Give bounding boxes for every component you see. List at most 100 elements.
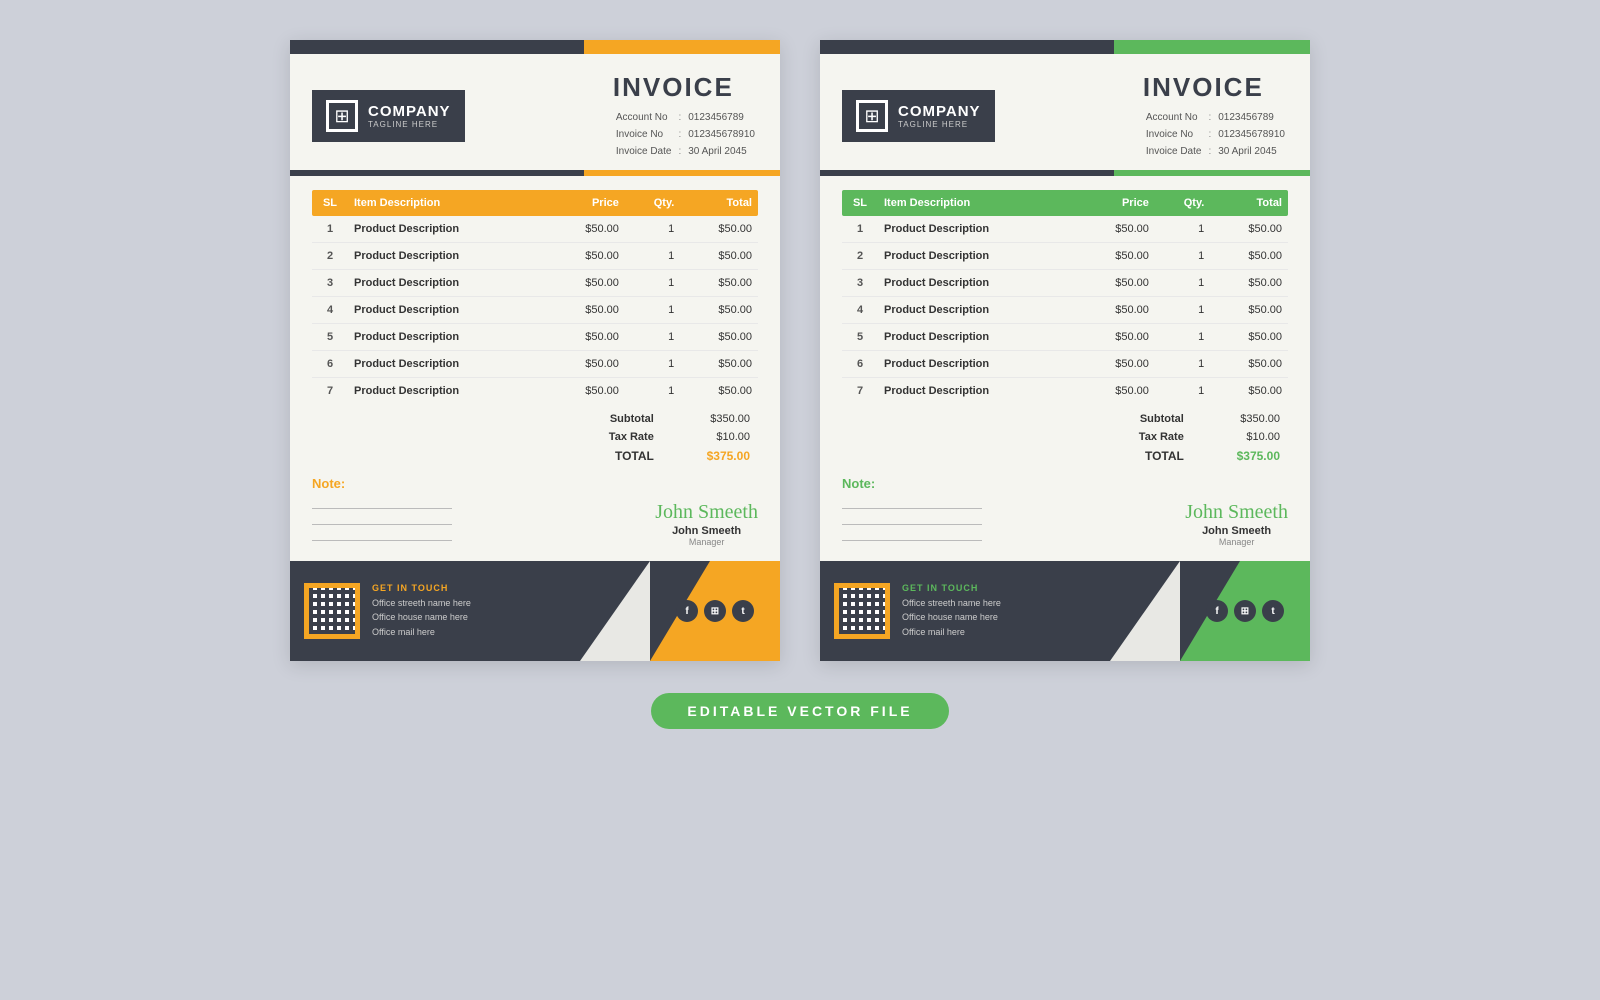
- div-accent-2: [1114, 170, 1310, 176]
- cell-qty: 1: [1155, 243, 1210, 270]
- invoices-container: COMPANY TAGLINE HERE INVOICE Account No …: [290, 40, 1310, 661]
- cell-total: $50.00: [1210, 324, 1288, 351]
- signature-block-1: John Smeeth John Smeeth Manager: [655, 501, 758, 547]
- cell-desc: Product Description: [878, 297, 1077, 324]
- logo-icon-2: [856, 100, 888, 132]
- cell-total: $50.00: [680, 297, 758, 324]
- cell-qty: 1: [1155, 324, 1210, 351]
- cell-total: $50.00: [1210, 378, 1288, 405]
- qr-inner-1: [309, 588, 355, 634]
- sig-name-2: John Smeeth: [1185, 525, 1288, 537]
- th-qty-2: Qty.: [1155, 190, 1210, 216]
- note-line-1b: [312, 515, 452, 525]
- addr-line-1c: Office mail here: [372, 625, 471, 639]
- totals-section-2: Subtotal $350.00 Tax Rate $10.00 TOTAL $…: [820, 404, 1310, 466]
- footer-social-1: f ⊞ t: [650, 561, 780, 661]
- total-value-2: $375.00: [1192, 446, 1288, 466]
- cell-desc: Product Description: [348, 297, 547, 324]
- cell-desc: Product Description: [878, 378, 1077, 405]
- invoice-title-1: INVOICE: [613, 72, 758, 103]
- cell-desc: Product Description: [878, 216, 1077, 243]
- divider-bar-2: [820, 170, 1310, 176]
- cell-sl: 6: [842, 351, 878, 378]
- taxrate-value-2: $10.00: [1192, 428, 1288, 446]
- addr-line-1a: Office streeth name here: [372, 596, 471, 610]
- cell-price: $50.00: [1077, 351, 1155, 378]
- cell-price: $50.00: [547, 216, 625, 243]
- cell-total: $50.00: [680, 243, 758, 270]
- addr-line-2c: Office mail here: [902, 625, 1001, 639]
- cell-sl: 7: [842, 378, 878, 405]
- cell-desc: Product Description: [348, 351, 547, 378]
- cell-desc: Product Description: [348, 324, 547, 351]
- cell-total: $50.00: [680, 324, 758, 351]
- logo-box-2: COMPANY TAGLINE HERE: [842, 90, 995, 142]
- th-desc-2: Item Description: [878, 190, 1077, 216]
- table-row: 5Product Description$50.001$50.00: [312, 324, 758, 351]
- table-row: 1Product Description$50.001$50.00: [842, 216, 1288, 243]
- account-label-2: Account No: [1143, 109, 1205, 126]
- table-row: 7Product Description$50.001$50.00: [842, 378, 1288, 405]
- social-co-1: ⊞: [704, 600, 726, 622]
- qr-box-2: [834, 583, 890, 639]
- cell-qty: 1: [625, 243, 680, 270]
- account-label-1: Account No: [613, 109, 675, 126]
- social-co-2: ⊞: [1234, 600, 1256, 622]
- top-bar-2: [820, 40, 1310, 54]
- table-row: 3Product Description$50.001$50.00: [842, 270, 1288, 297]
- table-row: 5Product Description$50.001$50.00: [842, 324, 1288, 351]
- company-name-1: COMPANY: [368, 103, 451, 120]
- subtotal-label-2: Subtotal: [1108, 410, 1192, 428]
- invoice-no-label-1: Invoice No: [613, 126, 675, 143]
- note-label-2: Note:: [842, 476, 982, 491]
- cell-sl: 5: [842, 324, 878, 351]
- cell-total: $50.00: [1210, 216, 1288, 243]
- footer-shape-white-1: [580, 561, 650, 661]
- div-dark-2: [820, 170, 1114, 176]
- table-row: 4Product Description$50.001$50.00: [842, 297, 1288, 324]
- addr-line-2b: Office house name here: [902, 610, 1001, 624]
- account-value-1: 0123456789: [685, 109, 758, 126]
- total-value-1: $375.00: [662, 446, 758, 466]
- cell-desc: Product Description: [878, 351, 1077, 378]
- cell-total: $50.00: [680, 378, 758, 405]
- divider-bar-1: [290, 170, 780, 176]
- top-bar-dark-2: [820, 40, 1114, 54]
- th-desc-1: Item Description: [348, 190, 547, 216]
- footer-social-2: f ⊞ t: [1180, 561, 1310, 661]
- invoice-table-wrap-2: SL Item Description Price Qty. Total 1Pr…: [820, 190, 1310, 404]
- cell-qty: 1: [625, 351, 680, 378]
- th-qty-1: Qty.: [625, 190, 680, 216]
- sig-script-2: John Smeeth: [1185, 501, 1288, 523]
- invoice-table-1: SL Item Description Price Qty. Total 1Pr…: [312, 190, 758, 404]
- cell-total: $50.00: [680, 351, 758, 378]
- top-bar-1: [290, 40, 780, 54]
- cell-total: $50.00: [680, 216, 758, 243]
- note-block-1: Note:: [312, 476, 452, 547]
- top-bar-accent-1: [584, 40, 780, 54]
- invoice-table-wrap-1: SL Item Description Price Qty. Total 1Pr…: [290, 190, 780, 404]
- table-row: 1Product Description$50.001$50.00: [312, 216, 758, 243]
- cell-desc: Product Description: [348, 216, 547, 243]
- cell-desc: Product Description: [348, 243, 547, 270]
- cell-desc: Product Description: [878, 270, 1077, 297]
- invoice-title-block-1: INVOICE Account No : 0123456789 Invoice …: [613, 72, 758, 160]
- totals-table-2: Subtotal $350.00 Tax Rate $10.00 TOTAL $…: [1108, 410, 1288, 466]
- table-row: 4Product Description$50.001$50.00: [312, 297, 758, 324]
- cell-sl: 4: [312, 297, 348, 324]
- cell-price: $50.00: [547, 297, 625, 324]
- th-sl-2: SL: [842, 190, 878, 216]
- cell-price: $50.00: [547, 243, 625, 270]
- qr-box-1: [304, 583, 360, 639]
- invoice-meta-1: Account No : 0123456789 Invoice No : 012…: [613, 109, 758, 160]
- account-value-2: 0123456789: [1215, 109, 1288, 126]
- invoice-date-label-2: Invoice Date: [1143, 143, 1205, 160]
- cell-sl: 3: [842, 270, 878, 297]
- invoice-date-value-1: 30 April 2045: [685, 143, 758, 160]
- social-fb-1: f: [676, 600, 698, 622]
- cell-qty: 1: [625, 324, 680, 351]
- note-line-1: [312, 499, 452, 509]
- cell-price: $50.00: [1077, 243, 1155, 270]
- top-bar-dark-1: [290, 40, 584, 54]
- table-row: 7Product Description$50.001$50.00: [312, 378, 758, 405]
